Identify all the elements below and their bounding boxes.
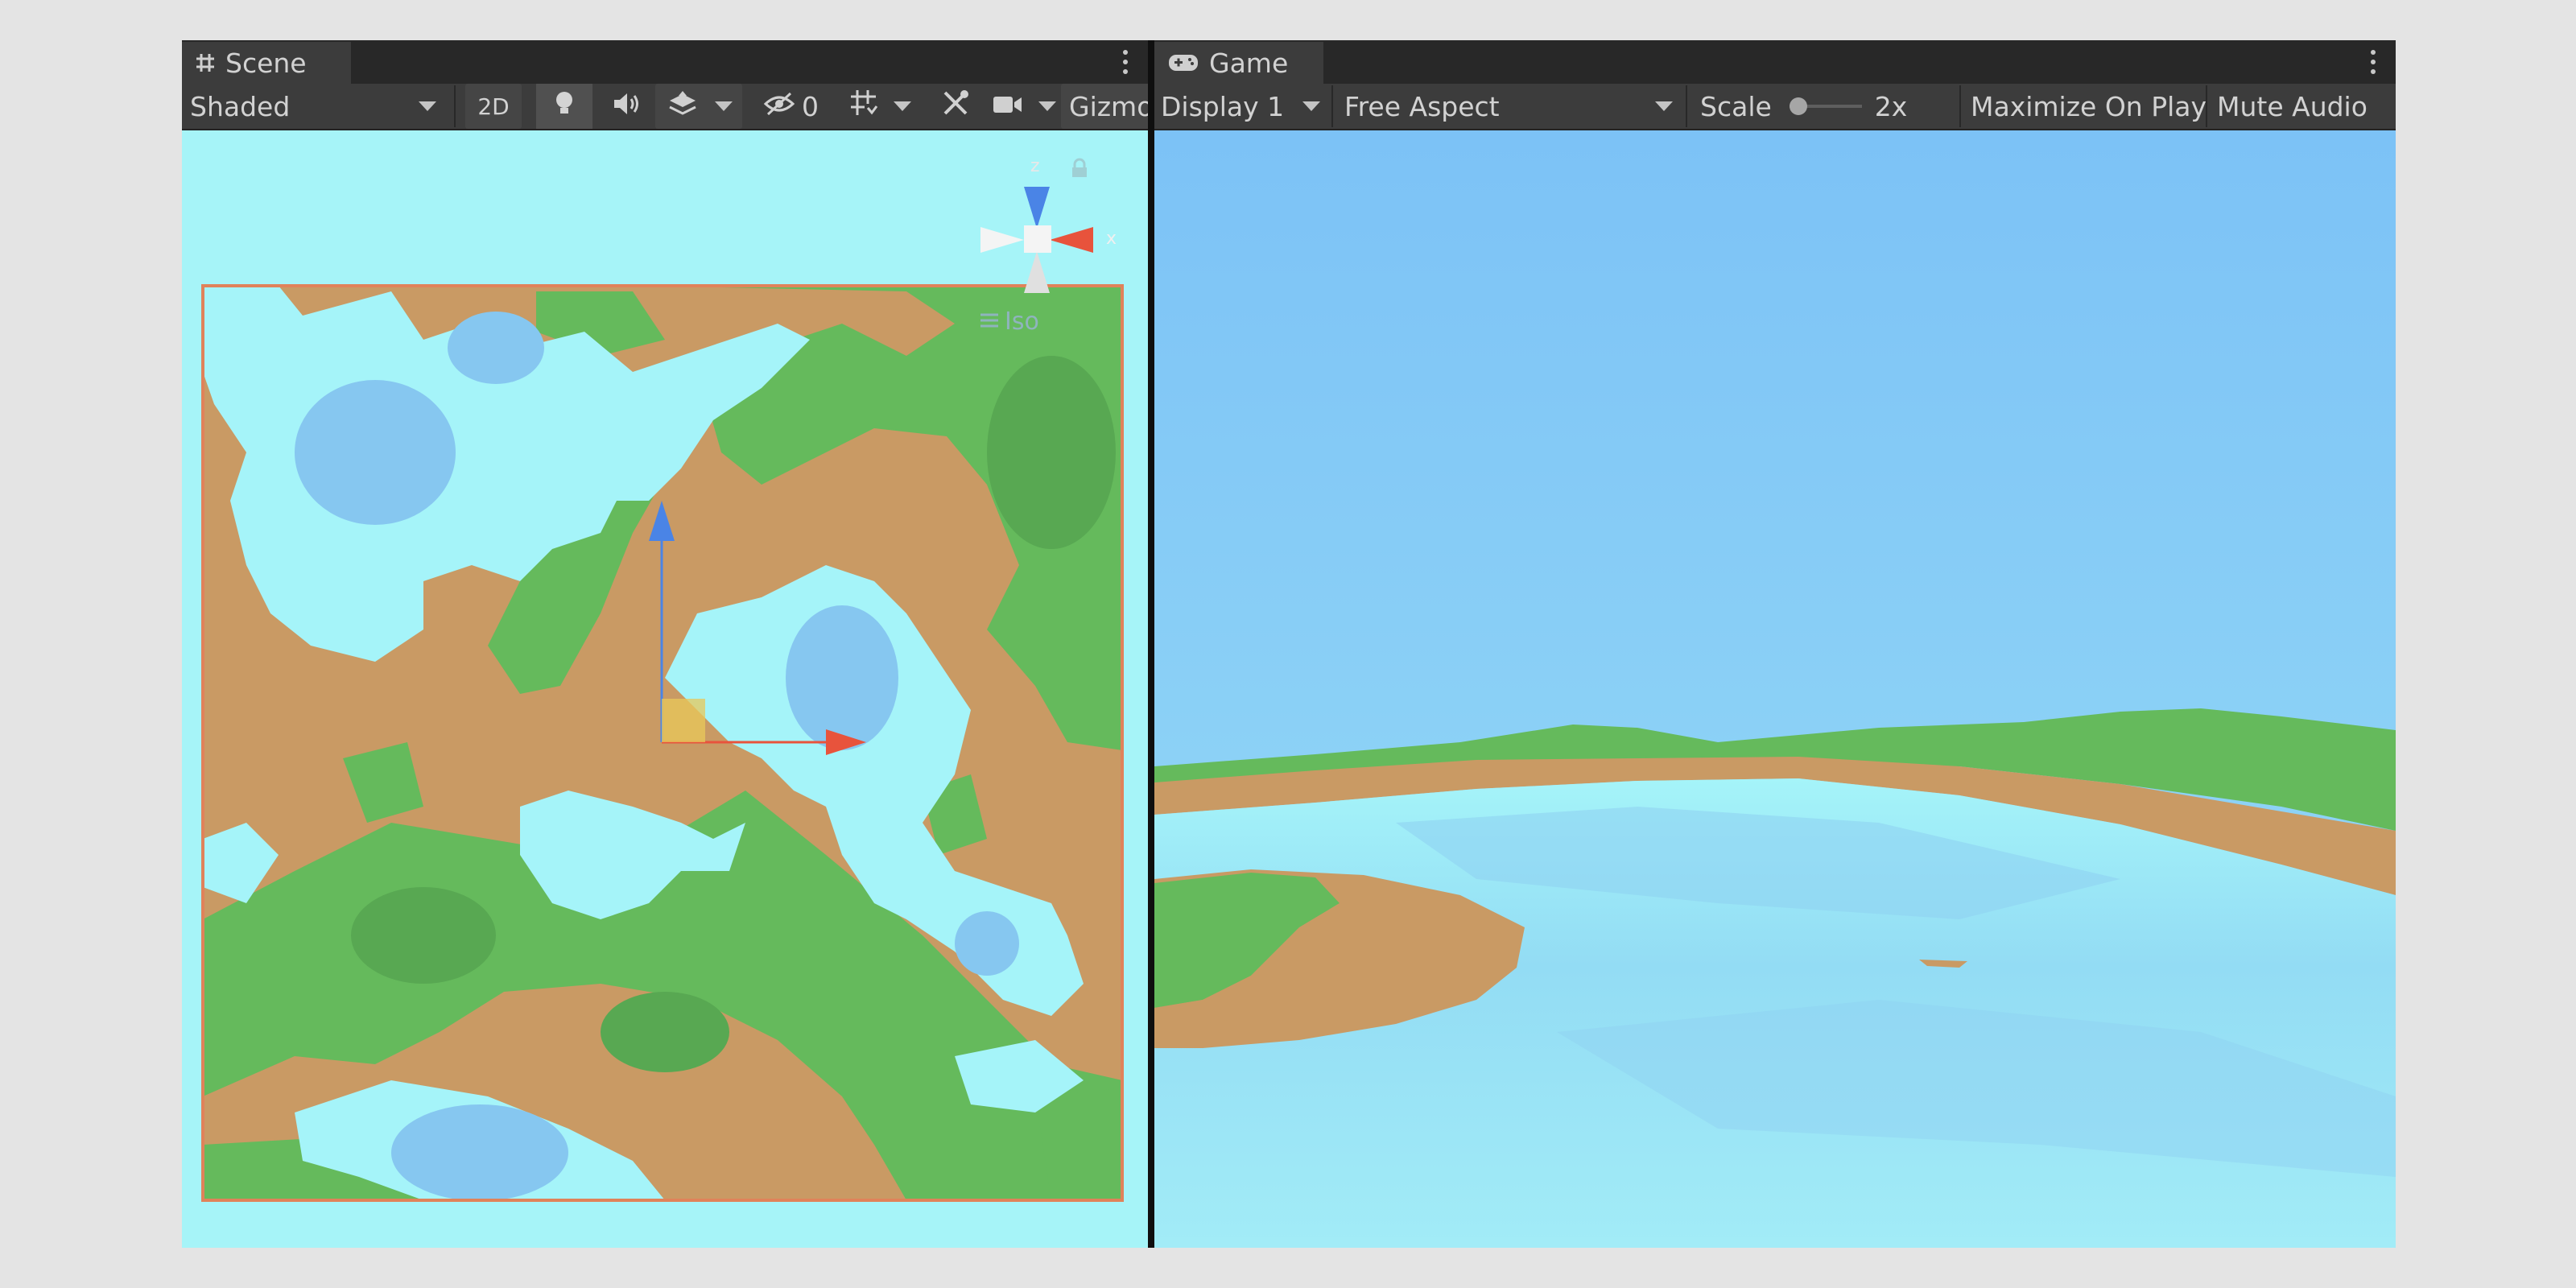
effects-dropdown-caret-icon[interactable] [715,101,733,111]
game-toolbar: Display 1 Free Aspect Scale 2x Maximize … [1154,84,2396,130]
audio-toggle-button[interactable] [601,84,654,129]
orientation-gizmo[interactable]: z x Iso [963,155,1124,336]
unity-editor: Scene Shaded 2D 0 Gizmo z x Iso Game Dis… [182,40,2396,1248]
aspect-dropdown-caret-icon [1655,101,1673,111]
gamepad-icon [1167,52,1199,73]
shading-dropdown-caret-icon [419,101,436,111]
mute-audio-toggle[interactable]: Mute Audio [2209,84,2370,129]
gizmos-label: Gizmos [1069,90,1148,122]
scale-label: Scale [1700,90,1772,122]
effects-toggle-button[interactable] [655,84,742,129]
speaker-icon [613,91,642,122]
lighting-toggle-button[interactable] [536,84,592,129]
game-more-menu-icon[interactable] [2370,50,2376,74]
tools-button[interactable] [929,84,982,129]
lightbulb-icon [552,89,576,123]
hidden-objects-toggle[interactable]: 0 [753,84,837,129]
grid-dropdown-caret-icon[interactable] [894,101,911,111]
maximize-on-play-toggle[interactable]: Maximize On Play [1963,84,2207,129]
game-viewport[interactable] [1154,130,2396,1248]
scene-tab-bar: Scene [182,40,1148,84]
scale-slider-thumb[interactable] [1789,97,1807,115]
tools-icon [941,89,970,124]
scene-viewport[interactable]: z x Iso [182,130,1148,1248]
scene-view-panel: Scene Shaded 2D 0 Gizmo z x Iso [182,40,1148,1248]
panel-divider[interactable] [1148,40,1154,1248]
gizmos-button[interactable]: Gizmos [1061,84,1148,129]
projection-menu-icon [979,308,1000,336]
camera-icon [992,91,1024,122]
shading-mode-value: Shaded [190,90,291,122]
axis-z-label: z [1030,156,1040,176]
axis-x-label: x [1106,229,1117,249]
mute-audio-label: Mute Audio [2217,90,2368,122]
scale-slider[interactable] [1789,94,1862,118]
display-value: Display 1 [1161,90,1285,122]
scale-control: Scale 2x [1692,84,1958,129]
display-dropdown-caret-icon [1302,101,1320,111]
eye-slash-icon [763,91,795,122]
maximize-on-play-label: Maximize On Play [1971,90,2207,122]
scene-hash-icon [195,52,216,73]
camera-settings-button[interactable] [987,84,1059,129]
aspect-value: Free Aspect [1344,90,1500,122]
scene-more-menu-icon[interactable] [1122,50,1129,74]
layers-icon [667,89,699,123]
projection-label: Iso [1005,308,1039,336]
game-render [1154,130,2396,1248]
grid-snap-icon [848,88,881,125]
game-view-panel: Game Display 1 Free Aspect Scale 2x Maxi… [1154,40,2396,1248]
scale-value: 2x [1874,90,1908,122]
tab-scene[interactable]: Scene [182,42,351,84]
hidden-objects-count: 0 [802,90,819,122]
lock-icon[interactable] [1071,158,1088,182]
projection-toggle[interactable]: Iso [979,308,1039,336]
game-tab-bar: Game [1154,40,2396,84]
toolbar-separator [1686,85,1687,127]
toolbar-separator [1959,85,1961,127]
display-dropdown[interactable]: Display 1 [1154,84,1330,129]
grid-snap-button[interactable] [840,84,921,129]
toolbar-separator [1331,85,1333,127]
toolbar-separator [454,85,456,127]
camera-dropdown-caret-icon[interactable] [1038,101,1056,111]
tab-game-label: Game [1209,47,1289,79]
tab-scene-label: Scene [225,47,307,79]
scene-toolbar: Shaded 2D 0 Gizmo [182,84,1148,130]
aspect-dropdown[interactable]: Free Aspect [1336,84,1684,129]
toggle-2d-label: 2D [477,93,510,120]
toggle-2d-button[interactable]: 2D [465,84,522,129]
toolbar-separator [2206,85,2207,127]
tab-game[interactable]: Game [1154,42,1323,84]
shading-mode-dropdown[interactable]: Shaded [182,84,448,129]
